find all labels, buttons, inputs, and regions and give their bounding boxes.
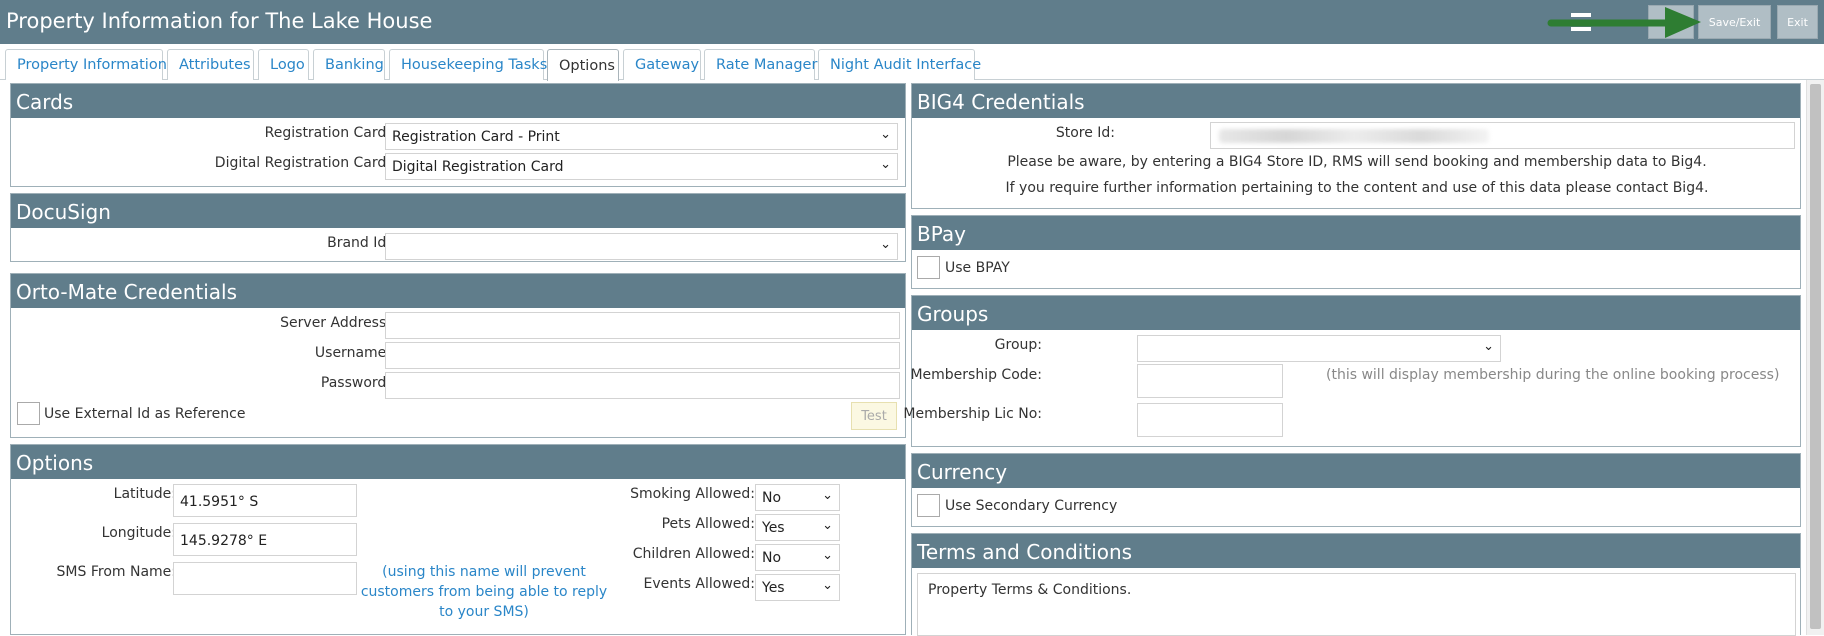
pets-allowed-label: Pets Allowed: xyxy=(661,516,755,532)
tab-gateway[interactable]: Gateway xyxy=(623,49,701,80)
username-input[interactable] xyxy=(385,342,900,369)
redacted-value xyxy=(1219,129,1489,143)
exit-button[interactable]: Exit xyxy=(1777,5,1818,39)
membership-code-input[interactable] xyxy=(1137,364,1283,398)
terms-textarea[interactable]: Property Terms & Conditions. xyxy=(917,573,1796,636)
tab-property-information[interactable]: Property Information xyxy=(5,49,167,80)
password-label: Password: xyxy=(320,375,391,391)
tab-rate-manager[interactable]: Rate Manager xyxy=(704,49,817,80)
latitude-label: Latitude: xyxy=(113,486,176,502)
sms-note: (using this name will prevent customers … xyxy=(360,564,608,620)
use-bpay-checkbox[interactable] xyxy=(917,256,940,279)
chevron-down-icon: ⌄ xyxy=(1483,339,1494,354)
green-arrow-icon xyxy=(1547,7,1701,38)
group-select[interactable]: ⌄ xyxy=(1137,335,1501,362)
sms-from-name-input[interactable] xyxy=(173,562,357,595)
store-id-label: Store Id: xyxy=(1055,125,1115,141)
terms-panel: Terms and Conditions Property Terms & Co… xyxy=(911,533,1801,636)
password-input[interactable] xyxy=(385,372,900,399)
chevron-down-icon: ⌄ xyxy=(880,127,891,142)
registration-card-select[interactable]: Registration Card - Print ⌄ xyxy=(385,123,898,150)
use-secondary-currency-label: Use Secondary Currency xyxy=(945,498,1118,514)
chevron-down-icon: ⌄ xyxy=(880,237,891,252)
brand-id-label: Brand Id: xyxy=(327,235,391,251)
events-allowed-select[interactable]: Yes ⌄ xyxy=(755,574,840,601)
groups-header: Groups xyxy=(912,296,1800,330)
smoking-allowed-label: Smoking Allowed: xyxy=(630,486,755,502)
groups-panel: Groups Group: ⌄ Membership Code: (this w… xyxy=(903,295,1801,447)
tab-night-audit-interface[interactable]: Night Audit Interface xyxy=(818,49,981,80)
docusign-panel: DocuSign Brand Id: ⌄ xyxy=(10,193,906,262)
use-external-id-checkbox[interactable] xyxy=(17,402,40,425)
currency-panel: Currency Use Secondary Currency xyxy=(911,453,1801,527)
title-bar: Property Information for The Lake House … xyxy=(0,0,1824,44)
big4-header: BIG4 Credentials xyxy=(912,84,1800,118)
events-allowed-label: Events Allowed: xyxy=(643,576,755,592)
chevron-down-icon: ⌄ xyxy=(880,157,891,172)
longitude-label: Longitude: xyxy=(101,525,176,541)
use-secondary-currency-checkbox[interactable] xyxy=(917,494,940,517)
tab-housekeeping-tasks[interactable]: Housekeeping Tasks xyxy=(389,49,547,80)
big4-notice-line2: If you require further information perta… xyxy=(1005,180,1709,196)
group-label: Group: xyxy=(994,337,1042,353)
chevron-down-icon: ⌄ xyxy=(822,518,833,533)
membership-lic-no-input[interactable] xyxy=(1137,403,1283,437)
membership-code-label: Membership Code: xyxy=(910,367,1042,383)
test-button[interactable]: Test xyxy=(851,402,897,430)
scrollbar[interactable] xyxy=(1806,80,1824,635)
latitude-input[interactable]: 41.5951° S xyxy=(173,484,357,517)
options-panel: Options Latitude: 41.5951° S Longitude: … xyxy=(10,444,906,635)
tab-attributes[interactable]: Attributes xyxy=(167,49,254,80)
bpay-header: BPay xyxy=(912,216,1800,250)
brand-id-select[interactable]: ⌄ xyxy=(385,233,898,260)
cards-panel: Cards Registration Card: Registration Ca… xyxy=(10,83,906,187)
chevron-down-icon: ⌄ xyxy=(822,488,833,503)
use-bpay-label: Use BPAY xyxy=(945,260,1010,276)
chevron-down-icon: ⌄ xyxy=(822,578,833,593)
children-allowed-label: Children Allowed: xyxy=(632,546,755,562)
currency-header: Currency xyxy=(912,454,1800,488)
save-exit-button[interactable]: Save/Exit xyxy=(1698,5,1771,39)
use-external-id-label: Use External Id as Reference xyxy=(44,406,246,422)
pets-allowed-select[interactable]: Yes ⌄ xyxy=(755,514,840,541)
digital-registration-card-label: Digital Registration Card: xyxy=(214,155,391,171)
store-id-input[interactable] xyxy=(1210,122,1795,149)
membership-lic-no-label: Membership Lic No: xyxy=(903,406,1042,422)
server-address-input[interactable] xyxy=(385,312,900,339)
membership-note: (this will display membership during the… xyxy=(1326,367,1780,383)
tab-options[interactable]: Options xyxy=(547,49,619,81)
big4-notice-line1: Please be aware, by entering a BIG4 Stor… xyxy=(1007,154,1707,170)
tab-bar: Property Information Attributes Logo Ban… xyxy=(0,44,1824,81)
children-allowed-select[interactable]: No ⌄ xyxy=(755,544,840,571)
window-title: Property Information for The Lake House xyxy=(6,9,433,33)
tab-logo[interactable]: Logo xyxy=(258,49,309,80)
server-address-label: Server Address: xyxy=(280,315,391,331)
ortomate-header: Orto-Mate Credentials xyxy=(11,274,905,308)
scrollbar-thumb[interactable] xyxy=(1810,84,1821,629)
username-label: Username: xyxy=(314,345,391,361)
big4-panel: BIG4 Credentials Store Id: Please be awa… xyxy=(911,83,1801,209)
docusign-header: DocuSign xyxy=(11,194,905,228)
longitude-input[interactable]: 145.9278° E xyxy=(173,523,357,556)
bpay-panel: BPay Use BPAY xyxy=(911,215,1801,289)
ortomate-panel: Orto-Mate Credentials Server Address: Us… xyxy=(10,273,906,438)
terms-header: Terms and Conditions xyxy=(912,534,1800,568)
smoking-allowed-select[interactable]: No ⌄ xyxy=(755,484,840,511)
sms-from-name-label: SMS From Name: xyxy=(56,564,176,580)
cards-header: Cards xyxy=(11,84,905,118)
digital-registration-card-select[interactable]: Digital Registration Card ⌄ xyxy=(385,153,898,180)
tab-banking[interactable]: Banking xyxy=(313,49,385,80)
chevron-down-icon: ⌄ xyxy=(822,548,833,563)
registration-card-label: Registration Card: xyxy=(264,125,391,141)
options-header: Options xyxy=(11,445,905,479)
